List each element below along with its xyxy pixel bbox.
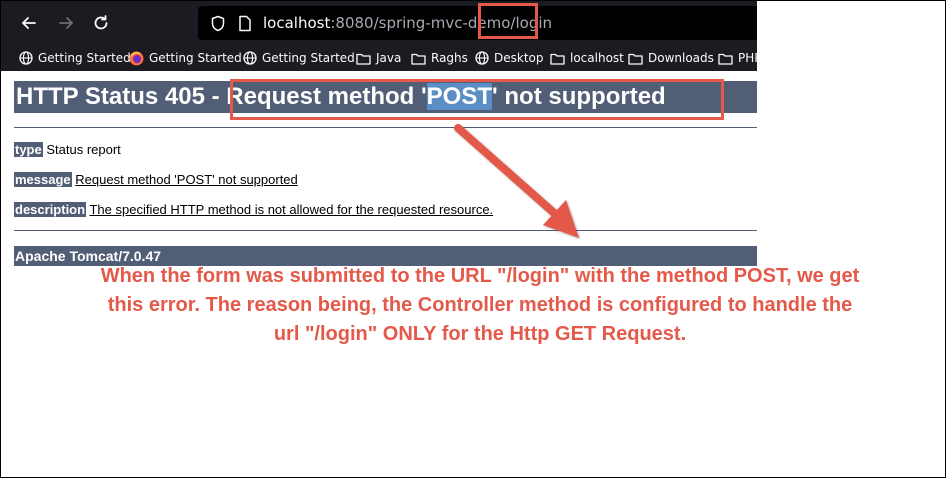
annotation-callout: When the form was submitted to the URL "…	[100, 265, 860, 345]
annotation-arrow-icon	[454, 124, 579, 238]
